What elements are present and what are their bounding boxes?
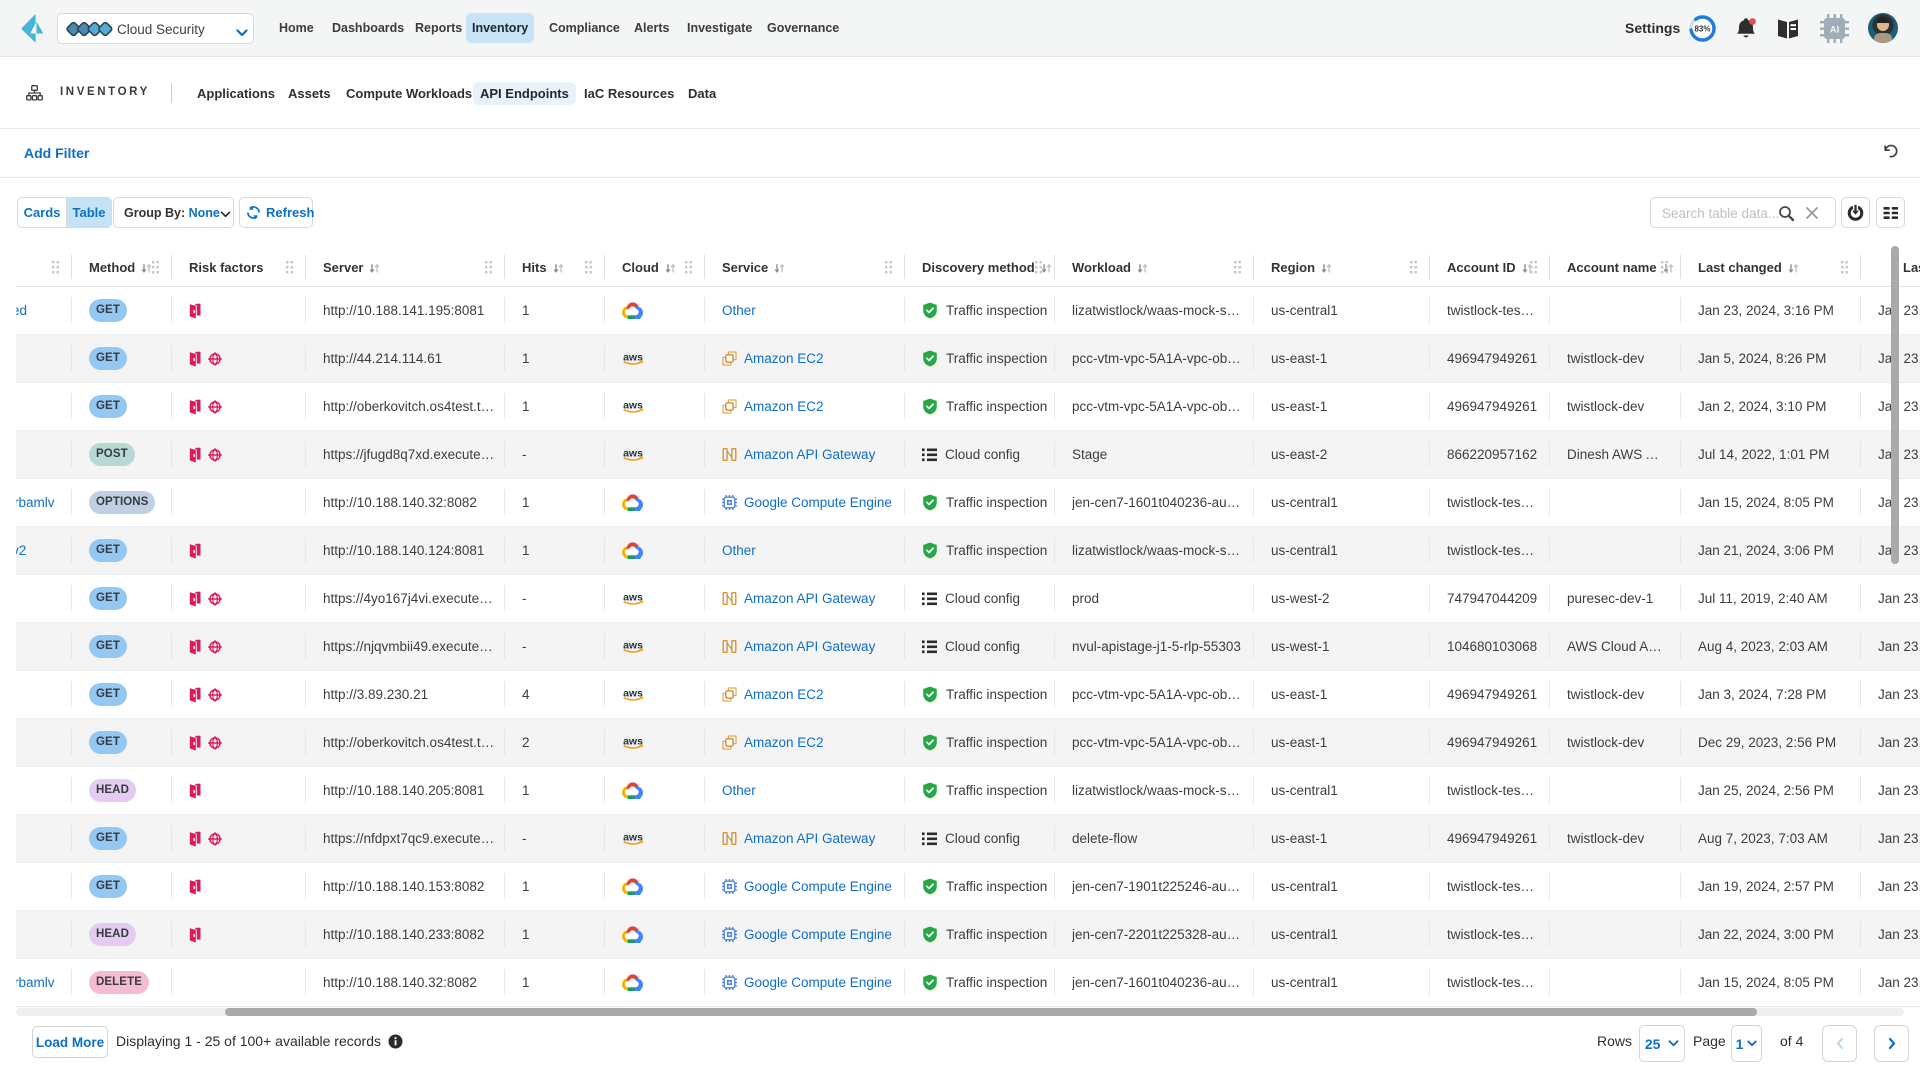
- svg-text:83%: 83%: [1694, 25, 1710, 34]
- svg-text:AI: AI: [1830, 25, 1840, 36]
